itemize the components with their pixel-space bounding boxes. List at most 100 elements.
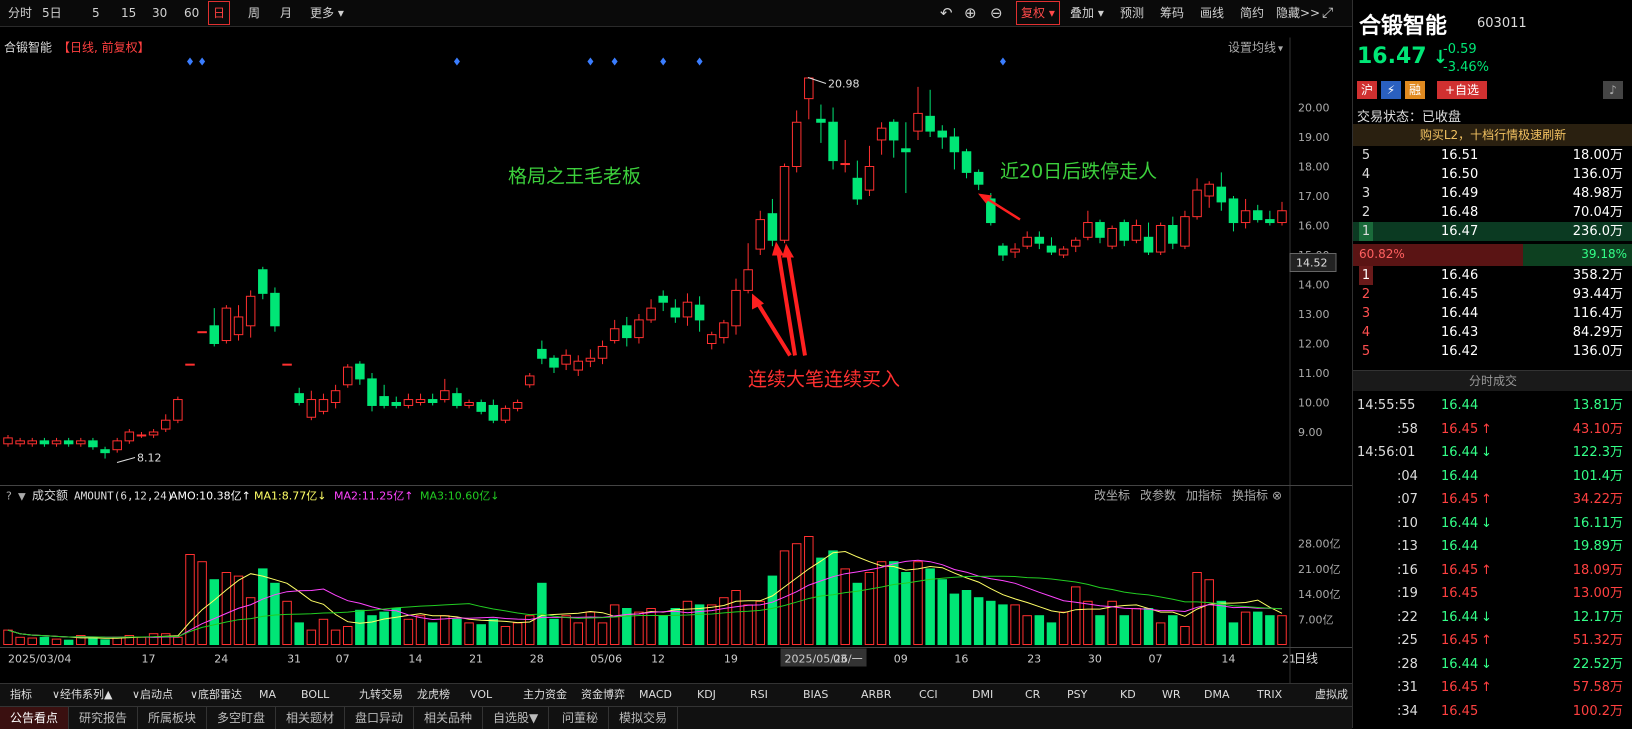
- chevron-down-icon[interactable]: ▾: [1278, 44, 1283, 55]
- date-axis-label: 31: [287, 653, 301, 666]
- chart-mode-label: 【日线, 前复权】: [58, 40, 150, 55]
- bell-icon[interactable]: ♪: [1603, 81, 1623, 99]
- indicator-tab[interactable]: MA: [259, 684, 276, 706]
- quote-panel: 合锻智能 603011 16.47 ↓ -0.59 -3.46% 沪 ⚡ 融 +…: [1352, 0, 1632, 728]
- arrow-down-icon: ↓: [1481, 656, 1492, 672]
- indicator-tab[interactable]: CR: [1025, 684, 1040, 706]
- bottom-tab[interactable]: 研究报告: [69, 707, 139, 729]
- candle-body: [658, 295, 668, 303]
- indicator-tab[interactable]: 资金博弈: [581, 684, 625, 706]
- change-params-button[interactable]: 改参数: [1140, 488, 1176, 503]
- volume-bar: [415, 615, 426, 646]
- bottom-tab[interactable]: 问董秘: [552, 707, 610, 729]
- volume-bar: [828, 550, 838, 646]
- indicator-tab[interactable]: BIAS: [803, 684, 828, 706]
- sell-level-row[interactable]: 5 16.51 18.00万: [1353, 146, 1632, 165]
- overlay-button[interactable]: 叠加 ▾: [1070, 0, 1104, 26]
- tab-15min[interactable]: 15: [121, 0, 136, 26]
- indicator-tab[interactable]: CCI: [919, 684, 938, 706]
- bottom-tab[interactable]: 多空盯盘: [207, 707, 277, 729]
- simple-button[interactable]: 简约: [1240, 0, 1264, 26]
- indicator-tab[interactable]: ∨底部雷达: [190, 684, 242, 706]
- indicator-tab[interactable]: DMI: [972, 684, 993, 706]
- set-ma-button[interactable]: 设置均线: [1228, 41, 1276, 55]
- sell-level-row[interactable]: 3 16.49 48.98万: [1353, 184, 1632, 203]
- indicator-tab[interactable]: 主力资金: [523, 684, 567, 706]
- bottom-tab[interactable]: 相关品种: [414, 707, 484, 729]
- bottom-tab[interactable]: 相关题材: [276, 707, 346, 729]
- indicator-tab[interactable]: BOLL: [301, 684, 329, 706]
- tab-60min[interactable]: 60: [184, 0, 199, 26]
- sell-level-row[interactable]: 1 16.47 236.0万: [1353, 222, 1632, 241]
- add-indicator-button[interactable]: 加指标: [1186, 488, 1222, 503]
- help-icon[interactable]: ?: [6, 490, 12, 503]
- l2-promo-banner[interactable]: 购买L2，十档行情极速刷新: [1353, 124, 1632, 146]
- buy-level-row[interactable]: 5 16.42 136.0万: [1353, 342, 1632, 361]
- fullscreen-icon[interactable]: ⤢: [1322, 0, 1333, 26]
- more-menu[interactable]: 更多 ▾: [310, 0, 344, 26]
- volume-bar: [258, 568, 268, 646]
- indicator-tab[interactable]: RSI: [750, 684, 768, 706]
- tab-5day[interactable]: 5日: [42, 0, 62, 26]
- candle-body: [355, 363, 365, 380]
- tab-fenshi[interactable]: 分时: [8, 0, 32, 26]
- sell-level-row[interactable]: 4 16.50 136.0万: [1353, 165, 1632, 184]
- chips-button[interactable]: 筹码: [1160, 0, 1184, 26]
- indicator-tab[interactable]: 虚拟成交量: [1315, 684, 1352, 723]
- bottom-tab[interactable]: 模拟交易: [609, 707, 679, 729]
- draw-line-button[interactable]: 画线: [1200, 0, 1224, 26]
- kline-chart[interactable]: 合锻智能 【日线, 前复权】 设置均线 ▾ 20.00 19.00 18.00 17.…: [0, 26, 1352, 706]
- indicator-tab[interactable]: DMA: [1204, 684, 1230, 706]
- tick-volume: 43.10万: [1572, 421, 1623, 437]
- fuquan-button[interactable]: 复权 ▾: [1016, 1, 1060, 25]
- tick-list[interactable]: 14:55:55 16.44 13.81万:58 16.45 ↑ 43.10万 14:56:…: [1353, 394, 1632, 728]
- predict-button[interactable]: 预测: [1120, 0, 1144, 26]
- add-watchlist-button[interactable]: +自选: [1437, 81, 1487, 99]
- tab-month[interactable]: 月: [280, 0, 292, 26]
- bottom-tab[interactable]: 所属板块: [138, 707, 208, 729]
- indicator-tab[interactable]: ∨启动点: [132, 684, 173, 706]
- tick-time: :07: [1397, 492, 1418, 507]
- indicator-tab[interactable]: TRIX: [1257, 684, 1282, 706]
- indicator-tab[interactable]: 九转交易: [359, 684, 403, 706]
- indicator-tab[interactable]: PSY: [1067, 684, 1087, 706]
- close-icon[interactable]: ⊗: [1272, 489, 1282, 503]
- indicator-tab[interactable]: KDJ: [697, 684, 716, 706]
- candle-body: [1155, 225, 1166, 253]
- tab-30min[interactable]: 30: [152, 0, 167, 26]
- buy-level-row[interactable]: 3 16.44 116.4万: [1353, 304, 1632, 323]
- swap-indicator-button[interactable]: 换指标: [1232, 488, 1268, 503]
- indicator-tab[interactable]: ARBR: [861, 684, 891, 706]
- buy-level-row[interactable]: 1 16.46 358.2万: [1353, 266, 1632, 285]
- indicator-tab[interactable]: 指标: [10, 684, 32, 706]
- candle-body: [694, 304, 705, 321]
- indicator-tab[interactable]: MACD: [639, 684, 672, 706]
- change-axis-button[interactable]: 改坐标: [1094, 489, 1130, 503]
- indicator-tab[interactable]: 龙虎榜: [417, 684, 450, 706]
- lightning-icon[interactable]: ⚡: [1381, 81, 1401, 99]
- bottom-tab[interactable]: 公告看点: [0, 707, 70, 729]
- indicator-tab[interactable]: KD: [1120, 684, 1136, 706]
- badge-shanghai[interactable]: 沪: [1357, 81, 1377, 99]
- collapse-icon[interactable]: ▼: [18, 492, 26, 503]
- level-price: 16.48: [1441, 205, 1479, 220]
- volume-bar: [39, 636, 50, 645]
- indicator-tab[interactable]: VOL: [470, 684, 492, 706]
- bottom-tab[interactable]: 盘口异动: [345, 707, 415, 729]
- sell-level-row[interactable]: 2 16.48 70.04万: [1353, 203, 1632, 222]
- indicator-tab[interactable]: WR: [1162, 684, 1181, 706]
- buy-level-row[interactable]: 2 16.45 93.44万: [1353, 285, 1632, 304]
- buy-level-row[interactable]: 4 16.43 84.29万: [1353, 323, 1632, 342]
- tab-day[interactable]: 日: [208, 1, 231, 25]
- tick-volume: 22.52万: [1572, 656, 1623, 672]
- zoom-out-icon[interactable]: ⊖: [990, 0, 1003, 26]
- undo-icon[interactable]: ↶: [940, 0, 953, 26]
- indicator-tab[interactable]: ∨经伟系列▲: [52, 684, 113, 706]
- badge-margin[interactable]: 融: [1405, 81, 1425, 99]
- hide-button[interactable]: 隐藏>>: [1276, 0, 1320, 26]
- tab-5min[interactable]: 5: [92, 0, 100, 26]
- tab-week[interactable]: 周: [248, 0, 260, 26]
- zoom-in-icon[interactable]: ⊕: [964, 0, 977, 26]
- tick-time: :25: [1397, 633, 1418, 648]
- bottom-tab[interactable]: 自选股▼: [483, 707, 550, 729]
